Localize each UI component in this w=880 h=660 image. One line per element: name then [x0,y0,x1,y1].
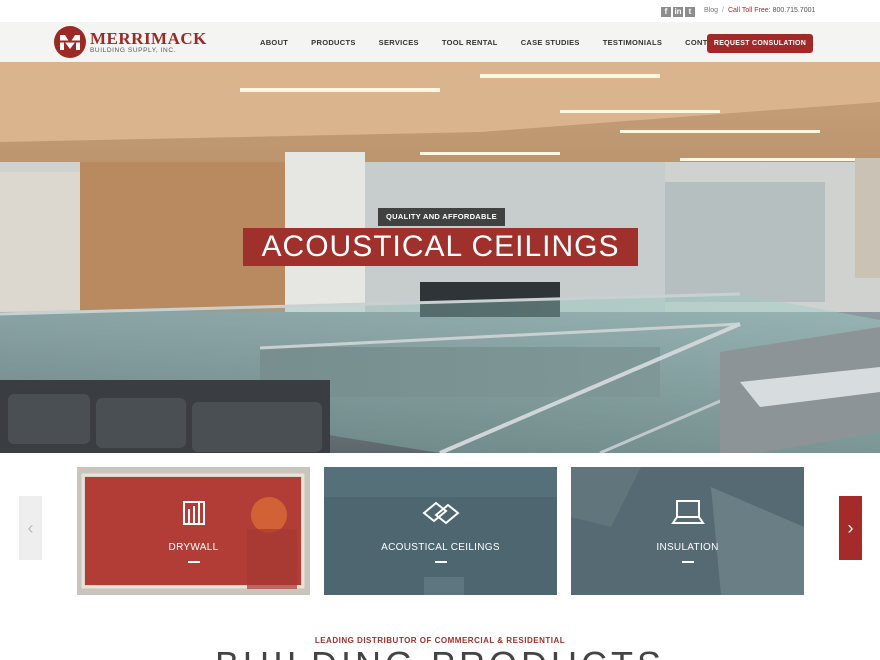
phone-number[interactable]: 800.715.7001 [773,7,816,14]
hero-banner: QUALITY AND AFFORDABLE ACOUSTICAL CEILIN… [0,62,880,453]
logo-subtitle: BUILDING SUPPLY, INC. [90,46,177,54]
logo[interactable]: MERRIMACK BUILDING SUPPLY, INC. [54,26,207,58]
toll-free-label: Call Toll Free: [727,7,771,14]
tile-underline [681,561,694,563]
nav-about[interactable]: ABOUT [260,38,288,47]
nav-services[interactable]: SERVICES [379,38,419,47]
request-consultation-button[interactable]: REQUEST CONSULATION [707,34,813,53]
utility-links: Blog / Call Toll Free: 800.715.7001 [704,7,815,14]
site-header: MERRIMACK BUILDING SUPPLY, INC. ABOUT PR… [0,22,880,62]
nav-tool-rental[interactable]: TOOL RENTAL [442,38,498,47]
drywall-tile-background [77,467,310,595]
tile-label: ACOUSTICAL CEILINGS [381,542,500,553]
tile-underline [187,561,200,563]
logo-text: MERRIMACK BUILDING SUPPLY, INC. [90,30,207,55]
tile-underline [434,561,447,563]
category-carousel: ‹ DRYWALL ACOUSTICAL CEILINGS INSULATION… [0,453,880,613]
logo-name: MERRIMACK [90,28,207,48]
linkedin-icon[interactable]: in [673,7,683,17]
hero-title: ACOUSTICAL CEILINGS [243,228,638,266]
tile-label: DRYWALL [168,542,219,553]
logo-mark-icon [54,26,86,58]
carousel-prev-button[interactable]: ‹ [19,496,42,560]
section-headline: BUILDING PRODUCTS [0,645,880,660]
hero-eyebrow: QUALITY AND AFFORDABLE [378,208,505,226]
nav-products[interactable]: PRODUCTS [311,38,356,47]
utility-bar: f in t Blog / Call Toll Free: 800.715.7001 [0,0,880,22]
utility-separator: / [722,7,724,14]
drywall-icon [182,501,205,525]
main-nav: ABOUT PRODUCTS SERVICES TOOL RENTAL CASE… [260,22,746,62]
insulation-icon [670,500,705,524]
blog-link[interactable]: Blog [704,7,718,14]
nav-testimonials[interactable]: TESTIMONIALS [603,38,662,47]
insulation-tile-background [571,467,804,595]
ceilings-tile-background [324,467,557,595]
facebook-icon[interactable]: f [661,7,671,17]
category-tile-drywall[interactable]: DRYWALL [77,467,310,595]
tile-label: INSULATION [656,542,719,553]
nav-case-studies[interactable]: CASE STUDIES [521,38,580,47]
social-links: f in t [661,7,695,17]
carousel-next-button[interactable]: › [839,496,862,560]
ceiling-tiles-icon [421,501,460,525]
twitter-icon[interactable]: t [685,7,695,17]
category-tile-insulation[interactable]: INSULATION [571,467,804,595]
category-tile-acoustical-ceilings[interactable]: ACOUSTICAL CEILINGS [324,467,557,595]
